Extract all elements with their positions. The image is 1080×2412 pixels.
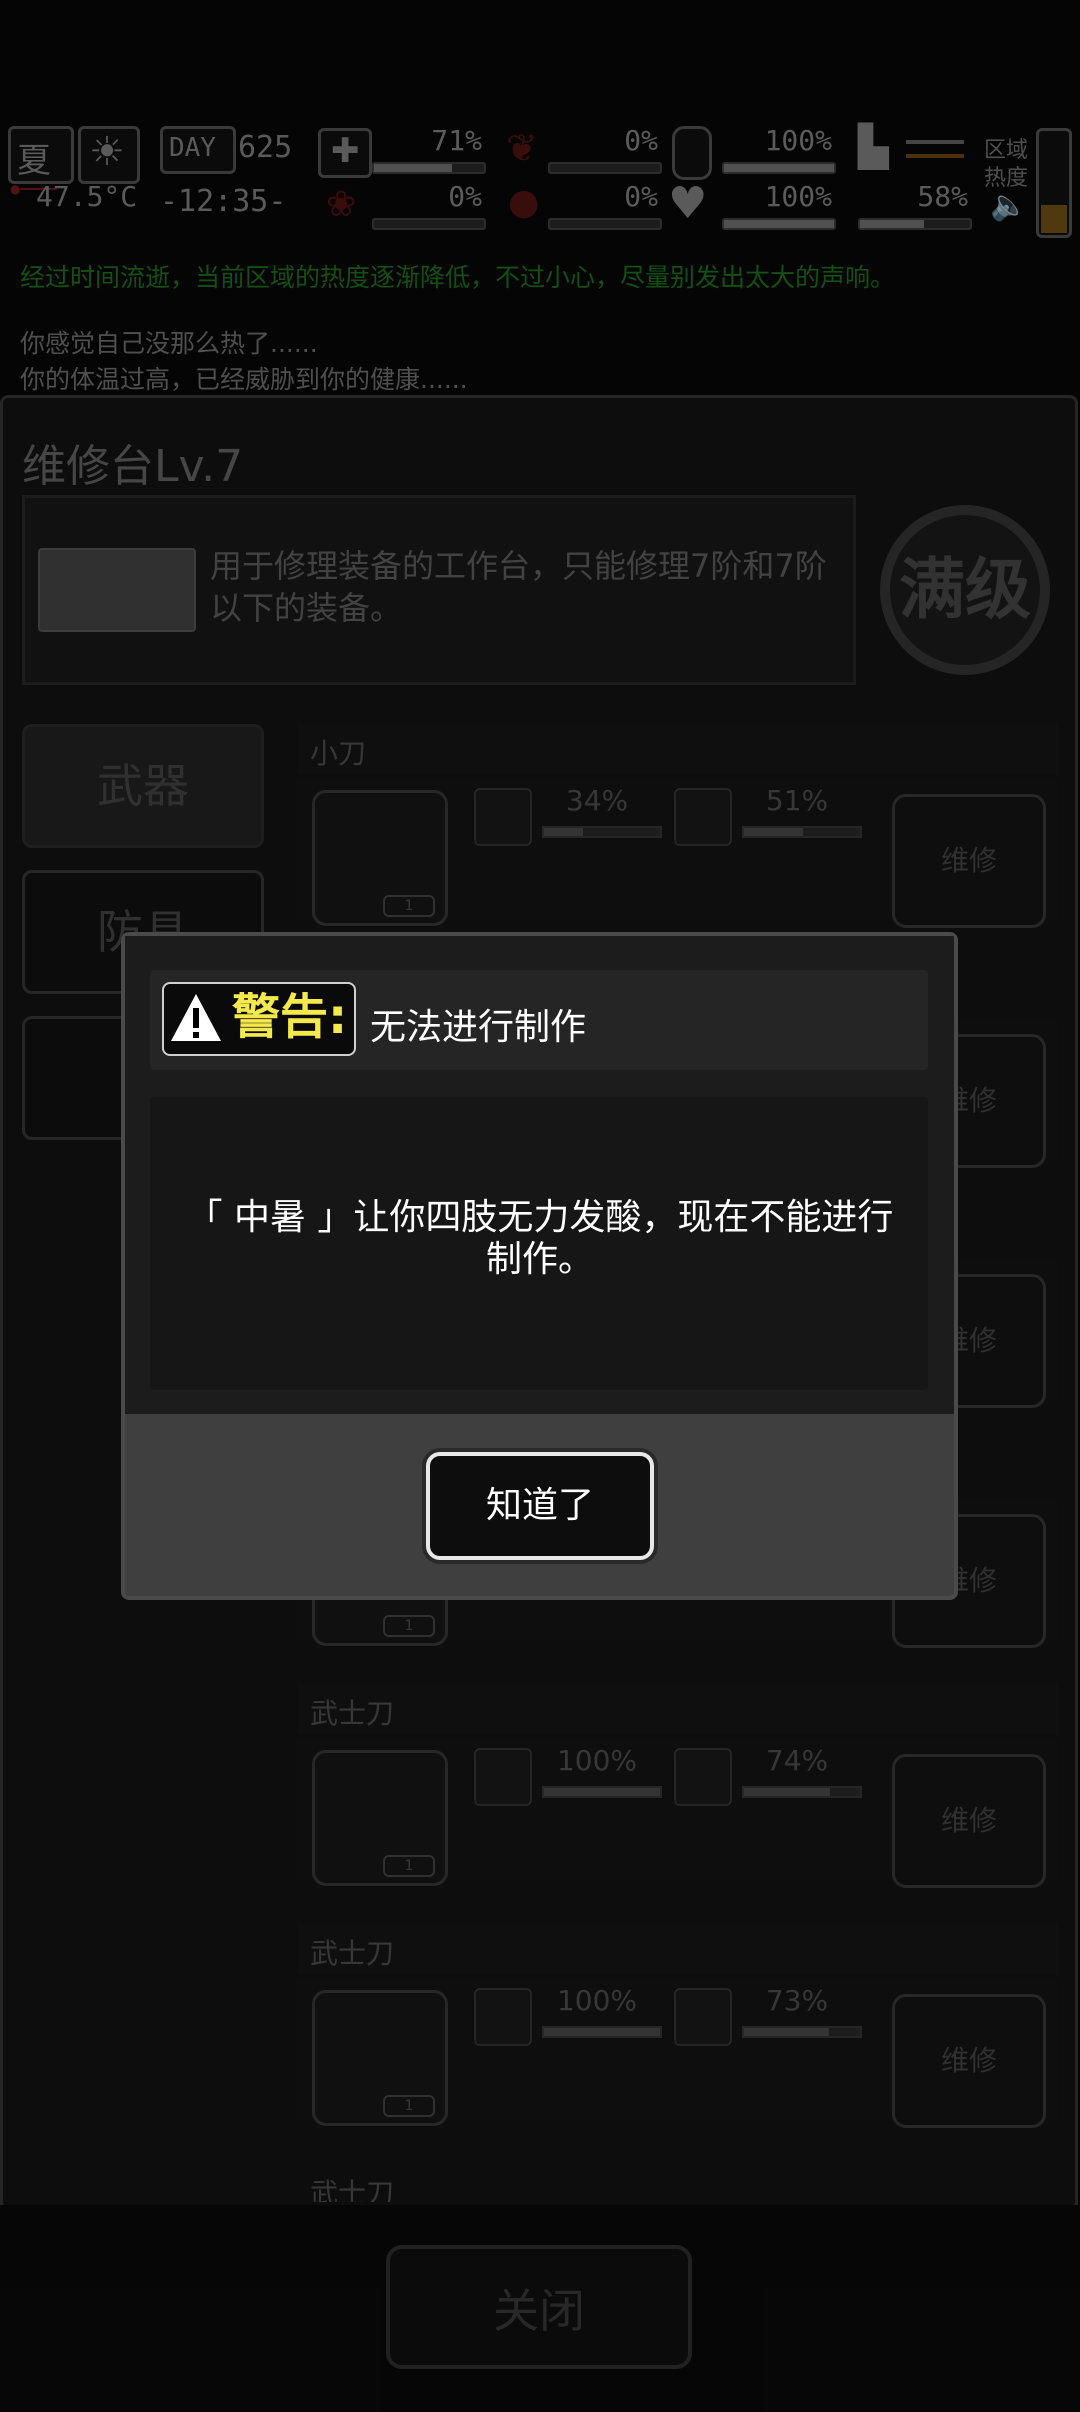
- warning-triangle-icon: [171, 994, 221, 1041]
- dialog-message: 「 中暑 」让你四肢无力发酸，现在不能进行制作。: [186, 1197, 894, 1280]
- warning-label: 警告:: [232, 989, 348, 1045]
- ok-button[interactable]: 知道了: [426, 1452, 654, 1560]
- dialog-title: 无法进行制作: [370, 1007, 587, 1048]
